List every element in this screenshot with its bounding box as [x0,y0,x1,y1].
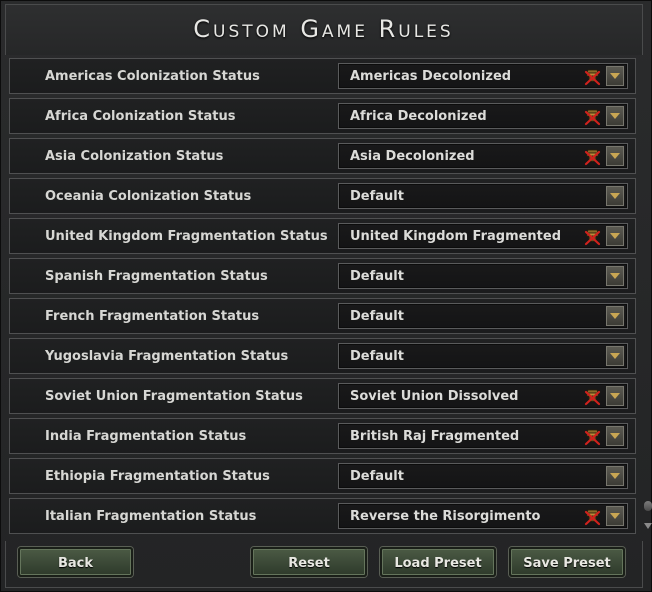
rule-dropdown[interactable]: Americas Decolonized [338,63,628,89]
ironman-disabled-icon [583,227,602,246]
rule-dropdown-value: Asia Decolonized [350,149,475,164]
rule-dropdown[interactable]: British Raj Fragmented [338,423,628,449]
rule-dropdown-value: Default [350,309,404,324]
rules-list: Americas Colonization Status Americas Dec… [9,58,637,538]
rule-label: Italian Fragmentation Status [45,509,257,524]
rule-row: Oceania Colonization Status Default [9,178,636,214]
rule-dropdown-value: Default [350,269,404,284]
rule-row: Soviet Union Fragmentation Status Soviet … [9,378,636,414]
scrollbar[interactable] [643,61,652,536]
rule-dropdown-value: Soviet Union Dissolved [350,389,519,404]
dropdown-arrow-icon[interactable] [606,266,624,286]
dropdown-arrow-icon[interactable] [606,146,624,166]
dropdown-arrow-icon[interactable] [606,106,624,126]
rule-dropdown-value: British Raj Fragmented [350,429,520,444]
rule-row: Italian Fragmentation Status Reverse the … [9,498,636,534]
rule-label: Ethiopia Fragmentation Status [45,469,270,484]
dropdown-arrow-icon[interactable] [606,346,624,366]
rule-row: Spanish Fragmentation Status Default [9,258,636,294]
rule-row: Americas Colonization Status Americas Dec… [9,58,636,94]
dropdown-arrow-icon[interactable] [606,306,624,326]
rule-row: Ethiopia Fragmentation Status Default [9,458,636,494]
rule-row: Yugoslavia Fragmentation Status Default [9,338,636,374]
rule-label: Oceania Colonization Status [45,189,252,204]
dropdown-arrow-icon[interactable] [606,226,624,246]
scroll-down-arrow-icon[interactable] [644,523,652,529]
ironman-disabled-icon [583,107,602,126]
rule-dropdown-value: Americas Decolonized [350,69,512,84]
rule-row: Asia Colonization Status Asia Decolonized [9,138,636,174]
rule-label: Spanish Fragmentation Status [45,269,268,284]
rule-label: Americas Colonization Status [45,69,260,84]
window-title: Custom Game Rules [193,15,454,43]
reset-button[interactable]: Reset [251,547,367,577]
dropdown-arrow-icon[interactable] [606,466,624,486]
rule-label: Africa Colonization Status [45,109,236,124]
rule-dropdown-value: Default [350,349,404,364]
rule-dropdown-value: Default [350,189,404,204]
rule-dropdown-value: Reverse the Risorgimento [350,509,541,524]
dropdown-arrow-icon[interactable] [606,386,624,406]
rule-dropdown[interactable]: United Kingdom Fragmented [338,223,628,249]
load-preset-button[interactable]: Load Preset [380,547,496,577]
rule-label: United Kingdom Fragmentation Status [45,229,328,244]
ironman-disabled-icon [583,147,602,166]
save-preset-button[interactable]: Save Preset [509,547,625,577]
rule-dropdown[interactable]: Default [338,183,628,209]
rule-label: Asia Colonization Status [45,149,224,164]
dropdown-arrow-icon[interactable] [606,66,624,86]
rule-label: Soviet Union Fragmentation Status [45,389,303,404]
rule-dropdown-value: Africa Decolonized [350,109,487,124]
rule-row: Africa Colonization Status Africa Decolon… [9,98,636,134]
rule-dropdown[interactable]: Reverse the Risorgimento [338,503,628,529]
rule-dropdown[interactable]: Soviet Union Dissolved [338,383,628,409]
back-button[interactable]: Back [18,547,133,577]
rule-label: Yugoslavia Fragmentation Status [45,349,289,364]
rule-label: French Fragmentation Status [45,309,260,324]
ironman-disabled-icon [583,67,602,86]
rule-row: India Fragmentation Status British Raj Fr… [9,418,636,454]
rule-row: United Kingdom Fragmentation Status Unite… [9,218,636,254]
dropdown-arrow-icon[interactable] [606,506,624,526]
ironman-disabled-icon [583,387,602,406]
dropdown-arrow-icon[interactable] [606,186,624,206]
rule-dropdown[interactable]: Default [338,303,628,329]
rule-dropdown[interactable]: Default [338,263,628,289]
rule-row: French Fragmentation Status Default [9,298,636,334]
scrollbar-thumb[interactable] [644,501,652,511]
rule-dropdown[interactable]: Default [338,343,628,369]
custom-game-rules-window: Custom Game Rules Americas Colonization … [0,0,652,592]
rule-dropdown[interactable]: Africa Decolonized [338,103,628,129]
rule-dropdown[interactable]: Default [338,463,628,489]
rule-dropdown[interactable]: Asia Decolonized [338,143,628,169]
ironman-disabled-icon [583,427,602,446]
ironman-disabled-icon [583,507,602,526]
dropdown-arrow-icon[interactable] [606,426,624,446]
rule-dropdown-value: United Kingdom Fragmented [350,229,562,244]
rule-dropdown-value: Default [350,469,404,484]
rule-label: India Fragmentation Status [45,429,247,444]
